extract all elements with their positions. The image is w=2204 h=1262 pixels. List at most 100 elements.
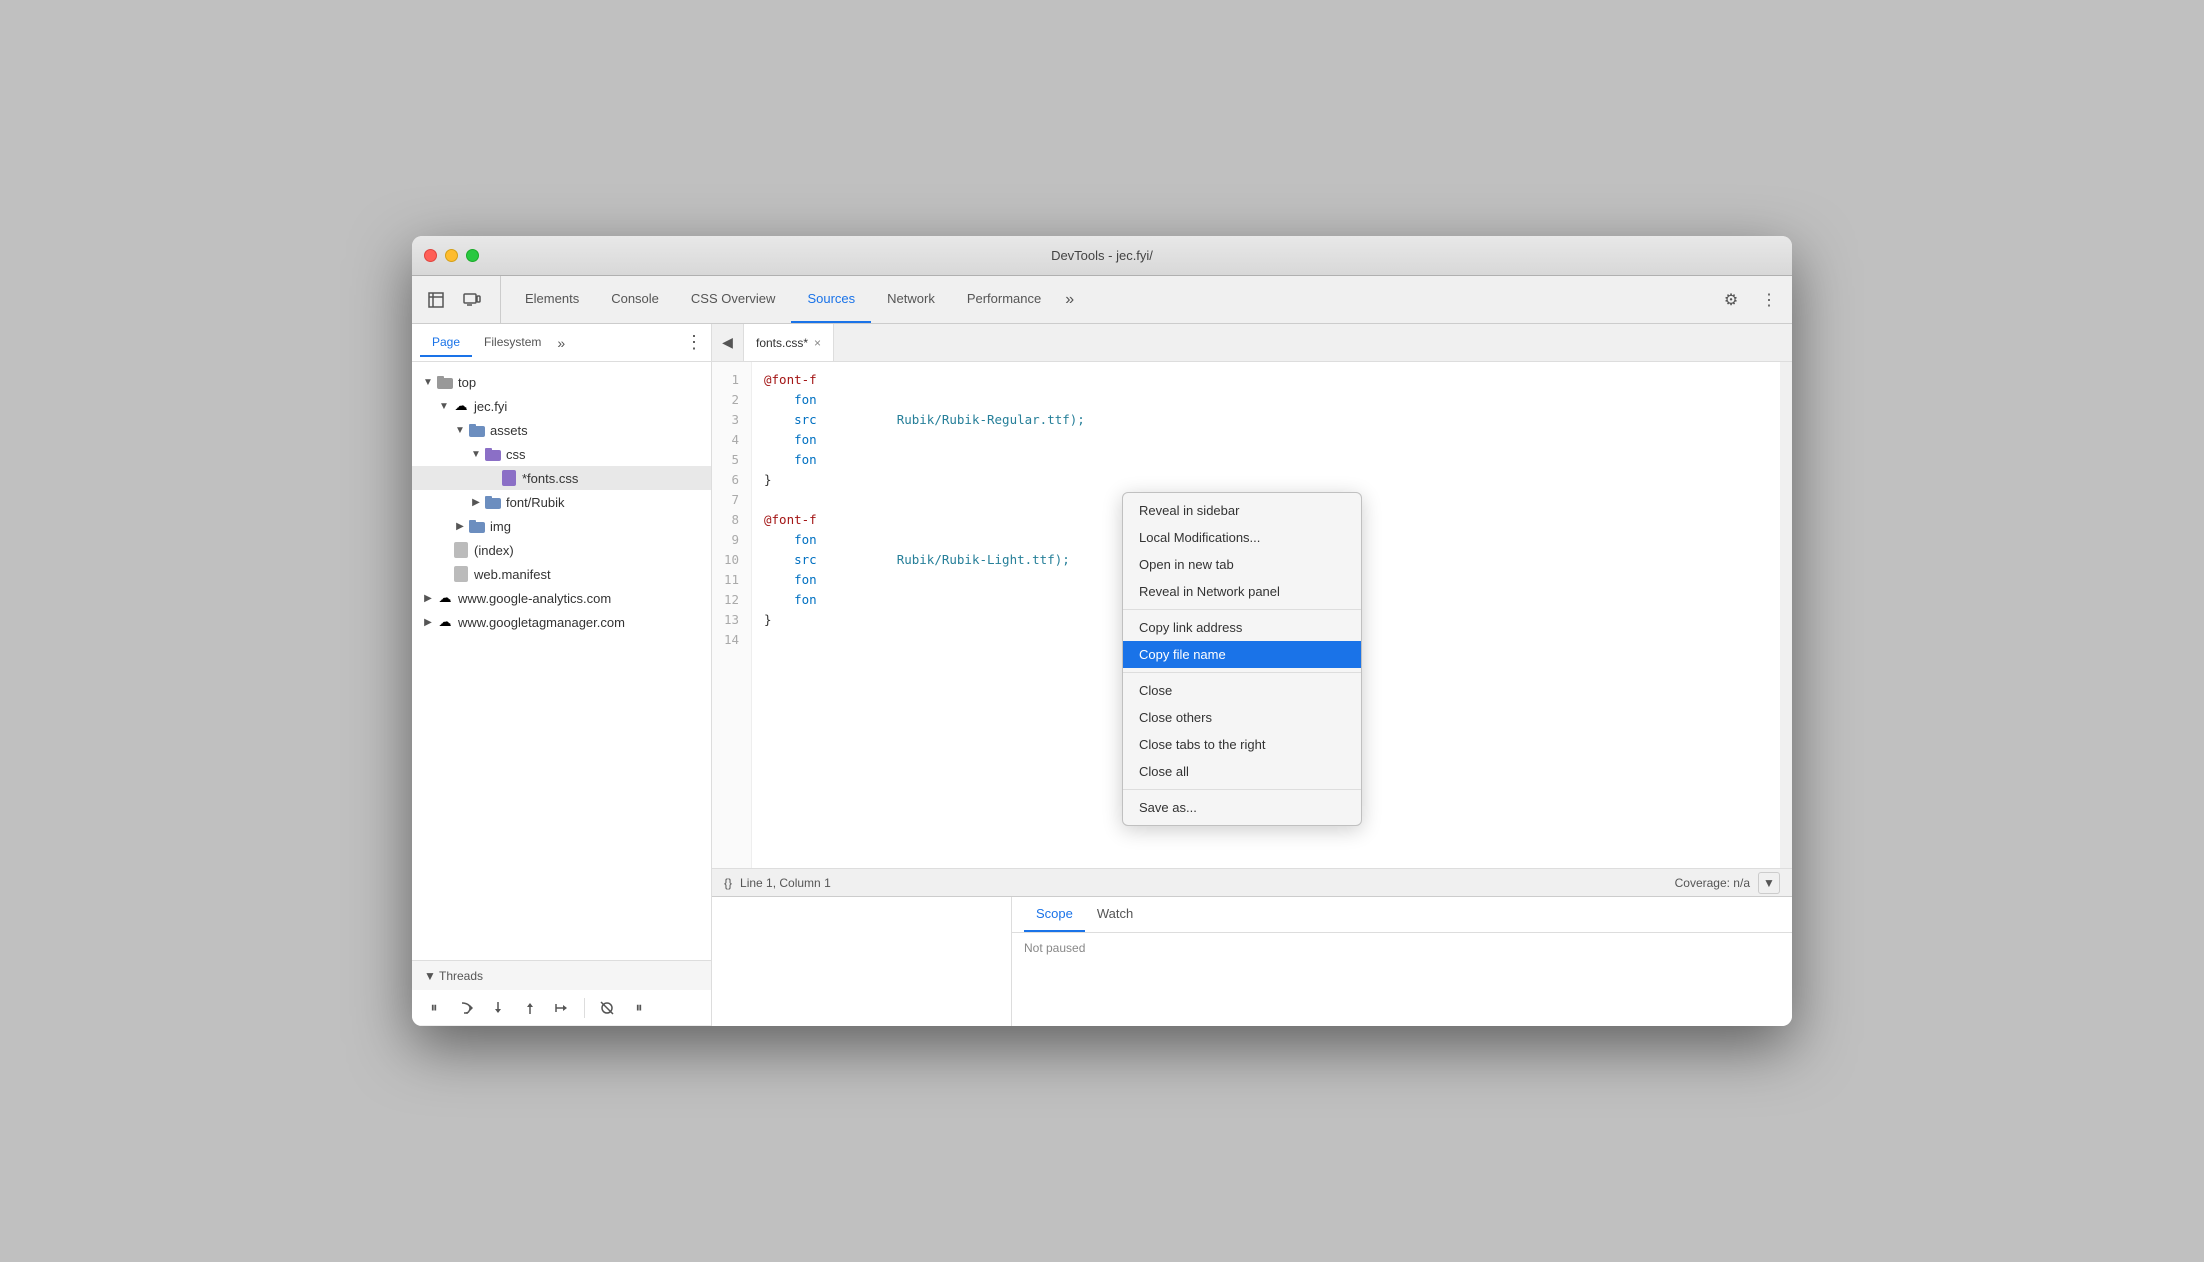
label-fonts-css: *fonts.css [522,471,578,486]
tree-item-img[interactable]: ▶ img [412,514,711,538]
devtools-window: DevTools - jec.fyi/ Elements [412,236,1792,1026]
step-button[interactable] [548,994,576,1022]
scope-content: Not paused [1012,933,1792,1026]
label-index: (index) [474,543,514,558]
step-into-button[interactable] [484,994,512,1022]
sidebar-options-btn[interactable]: ⋮ [685,332,703,353]
maximize-button[interactable] [466,249,479,262]
file-tabs: ◀ fonts.css* × [712,324,1792,362]
ctx-reveal-network[interactable]: Reveal in Network panel [1123,578,1361,605]
tree-item-font-rubik[interactable]: ▶ font/Rubik [412,490,711,514]
ctx-open-new-tab[interactable]: Open in new tab [1123,551,1361,578]
step-over-button[interactable] [452,994,480,1022]
folder-icon-font-rubik [484,493,502,511]
label-ga: www.google-analytics.com [458,591,611,606]
label-font-rubik: font/Rubik [506,495,565,510]
ctx-save-as[interactable]: Save as... [1123,794,1361,821]
status-left: {} Line 1, Column 1 [724,876,831,890]
bottom-right-panel: Scope Watch Not paused [1012,897,1792,1026]
format-icon[interactable]: {} [724,876,732,890]
folder-icon-assets [468,421,486,439]
debug-tabs: Scope Watch [1012,897,1792,933]
deactivate-breakpoints-button[interactable] [593,994,621,1022]
label-assets: assets [490,423,528,438]
pause-button[interactable]: ⏸ [420,994,448,1022]
file-sidebar: Page Filesystem » ⋮ ▼ top [412,324,712,1026]
tree-item-index[interactable]: ▼ (index) [412,538,711,562]
status-bar: {} Line 1, Column 1 Coverage: n/a ▼ [712,868,1792,896]
file-tab-name: fonts.css* [756,336,808,350]
window-title: DevTools - jec.fyi/ [1051,248,1153,263]
pause-on-exceptions-button[interactable]: ⏸ [625,994,653,1022]
toolbar-separator [584,998,585,1018]
vertical-scrollbar[interactable] [1780,362,1792,868]
tab-more-button[interactable]: » [1057,276,1082,323]
tree-item-google-analytics[interactable]: ▶ ☁ www.google-analytics.com [412,586,711,610]
tab-sources[interactable]: Sources [791,276,871,323]
tab-elements[interactable]: Elements [509,276,595,323]
device-icon[interactable] [456,284,488,316]
toggle-img: ▶ [452,518,468,534]
tree-item-jecfyi[interactable]: ▼ ☁ jec.fyi [412,394,711,418]
tabbar-icons [420,276,501,323]
ctx-reveal-sidebar[interactable]: Reveal in sidebar [1123,497,1361,524]
ctx-close[interactable]: Close [1123,677,1361,704]
traffic-lights [424,249,479,262]
more-options-icon[interactable]: ⋮ [1754,285,1784,315]
cursor-position: Line 1, Column 1 [740,876,831,890]
toggle-gtm: ▶ [420,614,436,630]
label-jecfyi: jec.fyi [474,399,507,414]
tab-watch[interactable]: Watch [1085,897,1145,932]
file-panel-toggle[interactable]: ◀ [712,324,744,361]
ctx-copy-link[interactable]: Copy link address [1123,614,1361,641]
file-tab-fonts-css[interactable]: fonts.css* × [744,324,834,361]
coverage-button[interactable]: ▼ [1758,872,1780,894]
tree-item-css[interactable]: ▼ css [412,442,711,466]
ctx-copy-filename[interactable]: Copy file name [1123,641,1361,668]
tree-item-top[interactable]: ▼ top [412,370,711,394]
tab-filesystem[interactable]: Filesystem [472,329,553,357]
inspect-icon[interactable] [420,284,452,316]
tab-performance[interactable]: Performance [951,276,1057,323]
label-top: top [458,375,476,390]
main-tabbar: Elements Console CSS Overview Sources Ne… [412,276,1792,324]
tree-item-fonts-css[interactable]: ▼ *fonts.css [412,466,711,490]
threads-bar[interactable]: ▼ Threads [412,960,711,990]
label-manifest: web.manifest [474,567,551,582]
folder-icon-top [436,373,454,391]
ctx-close-right[interactable]: Close tabs to the right [1123,731,1361,758]
context-menu: Reveal in sidebar Local Modifications...… [1122,492,1362,826]
tab-console[interactable]: Console [595,276,675,323]
tab-network[interactable]: Network [871,276,951,323]
tab-scope[interactable]: Scope [1024,897,1085,932]
label-gtm: www.googletagmanager.com [458,615,625,630]
file-icon-manifest [452,565,470,583]
label-img: img [490,519,511,534]
toggle-top: ▼ [420,374,436,390]
tab-page[interactable]: Page [420,329,472,357]
cloud-icon-ga: ☁ [436,589,454,607]
minimize-button[interactable] [445,249,458,262]
ctx-local-modifications[interactable]: Local Modifications... [1123,524,1361,551]
toggle-font-rubik: ▶ [468,494,484,510]
tabbar-right-controls: ⚙ ⋮ [1716,276,1784,323]
bottom-panel: Scope Watch Not paused [712,896,1792,1026]
ctx-separator-1 [1123,609,1361,610]
ctx-close-all[interactable]: Close all [1123,758,1361,785]
sidebar-tab-more[interactable]: » [557,335,565,351]
toggle-jecfyi: ▼ [436,398,452,414]
coverage-label: Coverage: n/a [1675,876,1750,890]
tree-item-manifest[interactable]: ▼ web.manifest [412,562,711,586]
file-tab-close[interactable]: × [814,336,821,350]
step-out-button[interactable] [516,994,544,1022]
close-button[interactable] [424,249,437,262]
code-panel: ◀ fonts.css* × 123456 789101112 1314 @fo… [712,324,1792,1026]
settings-icon[interactable]: ⚙ [1716,285,1746,315]
file-css-icon [500,469,518,487]
tree-item-gtm[interactable]: ▶ ☁ www.googletagmanager.com [412,610,711,634]
tree-item-assets[interactable]: ▼ assets [412,418,711,442]
folder-icon-img [468,517,486,535]
cloud-icon-jecfyi: ☁ [452,397,470,415]
tab-css-overview[interactable]: CSS Overview [675,276,792,323]
ctx-close-others[interactable]: Close others [1123,704,1361,731]
